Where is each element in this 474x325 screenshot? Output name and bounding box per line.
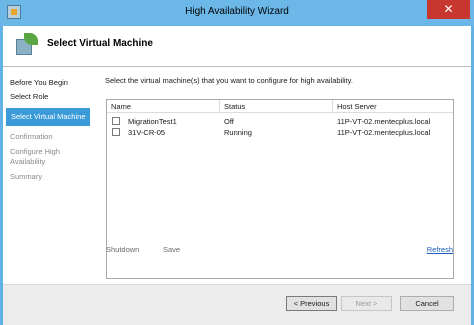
list-actions-bar: Shutdown Save Refresh <box>106 245 456 257</box>
title-bar: High Availability Wizard ✕ <box>0 0 474 26</box>
nav-step-select-virtual-machine[interactable]: Select Virtual Machine <box>6 108 90 126</box>
vm-row[interactable]: MigrationTest1 Off 11P-VT-02.mentecplus.… <box>107 116 453 127</box>
nav-step-select-role[interactable]: Select Role <box>10 92 48 102</box>
vm-status: Running <box>224 128 252 137</box>
column-header-status[interactable]: Status <box>220 102 332 112</box>
wizard-header: Select Virtual Machine <box>3 26 471 67</box>
virtual-machine-wizard-icon <box>16 33 38 57</box>
vm-name: 31V-CR-05 <box>128 128 166 137</box>
shutdown-action[interactable]: Shutdown <box>106 245 139 254</box>
vm-checkbox[interactable] <box>112 117 120 125</box>
wizard-footer: < Previous Next > Cancel <box>3 284 471 325</box>
vm-status: Off <box>224 117 234 126</box>
vm-row[interactable]: 31V-CR-05 Running 11P-VT-02.mentecplus.l… <box>107 127 453 138</box>
nav-step-configure-high-availability: Configure High <box>10 147 61 156</box>
instruction-text: Select the virtual machine(s) that you w… <box>105 76 353 85</box>
vm-host-server: 11P-VT-02.mentecplus.local <box>337 128 431 137</box>
nav-step-configure-high-availability-line2: Availability <box>10 157 46 166</box>
list-header: Name Status Host Server <box>107 100 453 113</box>
vm-checkbox[interactable] <box>112 128 120 136</box>
save-action[interactable]: Save <box>163 245 180 254</box>
wizard-client-area: Select Virtual Machine Before You Begin … <box>3 26 471 325</box>
column-header-host-server[interactable]: Host Server <box>333 102 453 112</box>
cancel-button[interactable]: Cancel <box>400 296 454 311</box>
nav-step-before-you-begin[interactable]: Before You Begin <box>10 78 68 88</box>
refresh-link[interactable]: Refresh <box>427 245 453 254</box>
next-button: Next > <box>341 296 392 311</box>
page-title: Select Virtual Machine <box>47 38 153 49</box>
close-button[interactable]: ✕ <box>427 0 470 19</box>
vm-host-server: 11P-VT-02.mentecplus.local <box>337 117 431 126</box>
window-title: High Availability Wizard <box>185 6 289 17</box>
column-header-name[interactable]: Name <box>107 102 219 112</box>
nav-step-confirmation: Confirmation <box>10 132 53 141</box>
previous-button[interactable]: < Previous <box>286 296 337 311</box>
nav-step-summary: Summary <box>10 172 43 181</box>
vm-name: MigrationTest1 <box>128 117 177 126</box>
